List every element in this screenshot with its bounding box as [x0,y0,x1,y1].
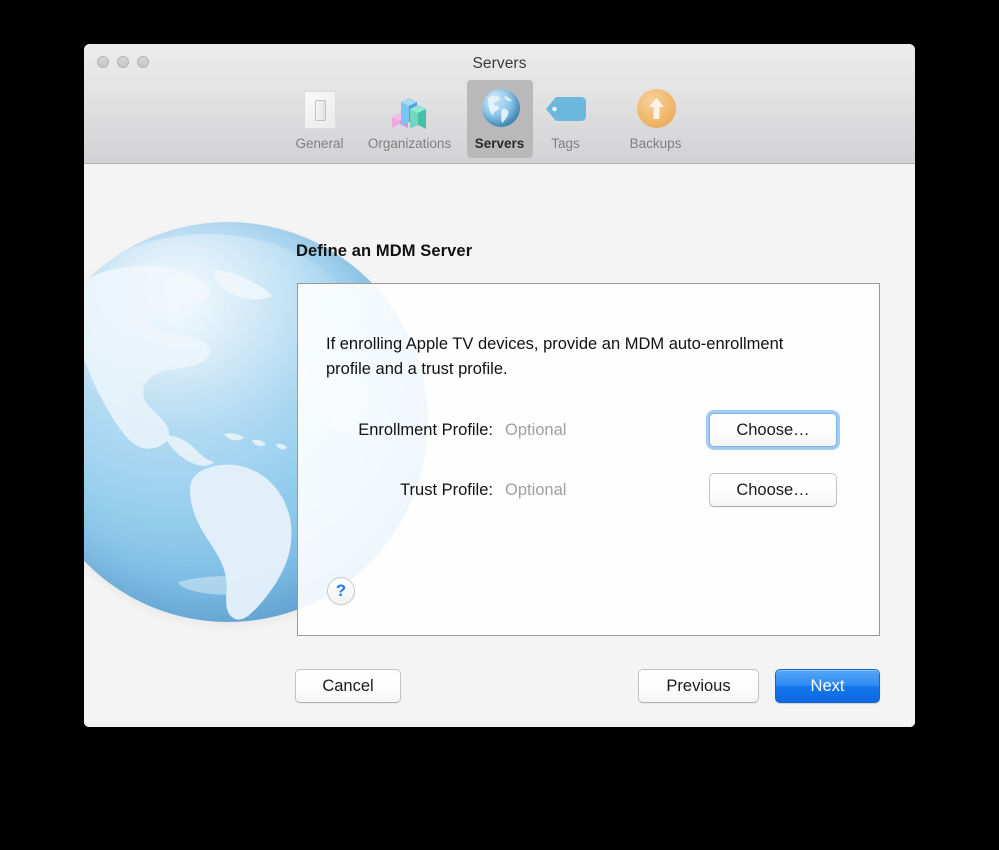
toolbar-item-general[interactable]: General [287,80,353,158]
upload-arrow-icon [632,86,680,134]
content-panel: If enrolling Apple TV devices, provide a… [297,283,880,636]
page-title: Define an MDM Server [296,242,473,260]
enrollment-profile-label: Enrollment Profile: [358,421,493,439]
screen: Servers General Organizations Servers Ta… [0,0,999,850]
toolbar-label-tags: Tags [551,136,580,151]
toolbar-label-organizations: Organizations [367,136,452,151]
enrollment-profile-choose-button[interactable]: Choose… [706,410,840,450]
next-button[interactable]: Next [775,669,880,703]
enrollment-profile-row: Enrollment Profile: Optional Choose… [298,410,879,450]
window-title: Servers [472,55,527,72]
trust-profile-value: Optional [505,481,567,499]
help-button[interactable]: ? [327,577,355,605]
toolbar-item-organizations[interactable]: Organizations [353,80,467,158]
window-titlebar: Servers General Organizations Servers Ta… [84,44,915,164]
mdm-server-sheet: Define an MDM Server If enrolling Apple … [84,164,915,727]
globe-icon [476,86,524,134]
light-switch-icon [296,86,344,134]
cancel-button[interactable]: Cancel [295,669,401,703]
previous-button[interactable]: Previous [638,669,759,703]
toolbar-item-servers[interactable]: Servers [466,80,533,158]
trust-profile-choose-button[interactable]: Choose… [709,473,837,507]
tag-icon [542,86,590,134]
enrollment-profile-value: Optional [505,421,567,439]
panel-description: If enrolling Apple TV devices, provide a… [326,335,784,378]
toolbar-item-tags[interactable]: Tags [533,80,599,158]
toolbar-label-backups: Backups [629,136,682,151]
toolbar-label-general: General [295,136,344,151]
toolbar-item-backups[interactable]: Backups [599,80,713,158]
bar-chart-icon [386,86,434,134]
sheet-footer: Cancel Previous Next [84,669,915,709]
preferences-toolbar: General Organizations Servers Tags Backu… [84,80,915,164]
trust-profile-row: Trust Profile: Optional Choose… [298,472,879,508]
preferences-window: Servers General Organizations Servers Ta… [84,44,915,727]
trust-profile-label: Trust Profile: [400,481,493,499]
toolbar-label-servers: Servers [474,136,525,151]
